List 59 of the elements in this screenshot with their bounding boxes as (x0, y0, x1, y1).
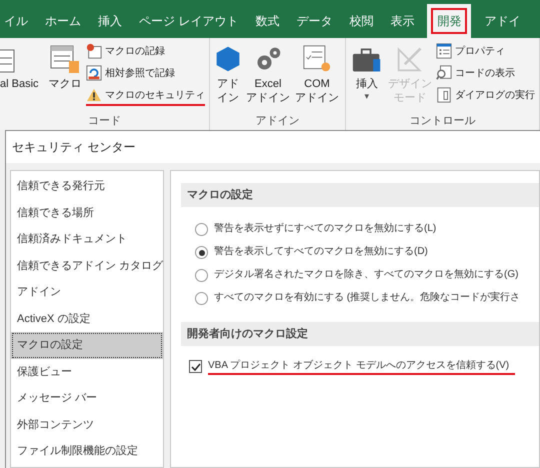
sheet-icon (50, 44, 80, 74)
ribbon-small-button[interactable]: マクロの記録 (86, 42, 165, 62)
ribbon-button[interactable]: COM アドイン (294, 38, 340, 114)
ribbon-tab[interactable]: 数式 (251, 4, 284, 38)
category-item[interactable]: メッセージ バー (11, 385, 163, 412)
ribbon-small-button[interactable]: 相対参照で記録 (86, 64, 175, 84)
ribbon-button[interactable]: マクロ (47, 38, 83, 114)
ribbon-tab[interactable]: 挿入 (94, 4, 126, 38)
checklist-icon (303, 44, 331, 74)
option-label: 警告を表示せずにすべてのマクロを無効にする(L) (214, 222, 438, 236)
ribbon-button[interactable]: Excel アドイン (245, 38, 291, 114)
radio-button[interactable] (195, 269, 208, 282)
checkbox[interactable] (189, 360, 202, 373)
ribbon-tab[interactable]: 開発 (427, 4, 472, 38)
ribbon-small-button[interactable]: プロパティ (436, 42, 505, 62)
group-label: コード (87, 114, 122, 129)
ribbon-tab[interactable]: アドイ (480, 4, 524, 38)
cube-icon (214, 44, 242, 74)
option-label: 警告を表示してすべてのマクロを無効にする(D) (214, 244, 429, 259)
section-header: マクロの設定 (181, 183, 539, 207)
ribbon-tab[interactable]: データ (292, 4, 336, 38)
ribbon-button[interactable]: 挿入 ▾ (350, 38, 384, 114)
ribbon-tab[interactable]: イル (0, 4, 32, 38)
category-item[interactable]: アドイン (11, 279, 163, 306)
category-item[interactable]: マクロの設定 (11, 332, 163, 358)
ribbon-small-button[interactable]: ダイアログの実行 (436, 86, 535, 106)
ribbon-small-button[interactable]: マクロのセキュリティ (86, 86, 205, 106)
radio-button[interactable] (195, 292, 208, 305)
ribbon-tab[interactable]: ページ レイアウト (135, 4, 242, 38)
warning-icon (86, 88, 102, 102)
radio-button[interactable] (195, 246, 208, 259)
record-sheet-icon (86, 43, 102, 59)
category-item[interactable]: 信頼できるアドイン カタログ (11, 252, 163, 279)
option-label: VBA プロジェクト オブジェクト モデルへのアクセスを信頼する(V) (208, 358, 516, 375)
ribbon-small-button[interactable]: コードの表示 (436, 64, 515, 84)
dialog-title: セキュリティ センター (12, 139, 136, 156)
caret-icon: ▾ (364, 91, 370, 101)
dialog-icon (436, 87, 452, 103)
category-item[interactable]: 保護ビュー (11, 358, 163, 385)
radio-button[interactable] (195, 223, 208, 236)
option-label: すべてのマクロを有効にする (推奨しません。危険なコードが実行さ (214, 290, 522, 305)
ribbon-button[interactable]: アドイン (214, 38, 242, 114)
option-label: デジタル署名されたマクロを除き、すべてのマクロを無効にする(G) (214, 268, 520, 282)
toolbox-icon (352, 46, 382, 74)
category-item[interactable]: 外部コンテンツ (11, 412, 163, 438)
category-item[interactable]: 信頼できる場所 (11, 200, 163, 226)
category-item[interactable]: ActiveX の設定 (11, 306, 163, 332)
ribbon-tab[interactable]: 表示 (386, 4, 418, 38)
category-item[interactable]: 信頼済みドキュメント (11, 226, 163, 252)
magnifier-sheet-icon (436, 65, 452, 81)
ribbon-button[interactable]: al Basic (0, 38, 44, 114)
section-header: 開発者向けのマクロ設定 (181, 322, 539, 346)
properties-icon (436, 43, 452, 59)
ribbon-tab[interactable]: 校閲 (345, 4, 378, 38)
ribbon-tab[interactable]: ホーム (41, 4, 85, 38)
group-label: アドイン (254, 114, 300, 129)
category-item[interactable]: ファイル制限機能の設定 (11, 438, 163, 464)
group-label: コントロール (408, 114, 476, 129)
category-item[interactable]: 信頼できる発行元 (11, 173, 163, 200)
